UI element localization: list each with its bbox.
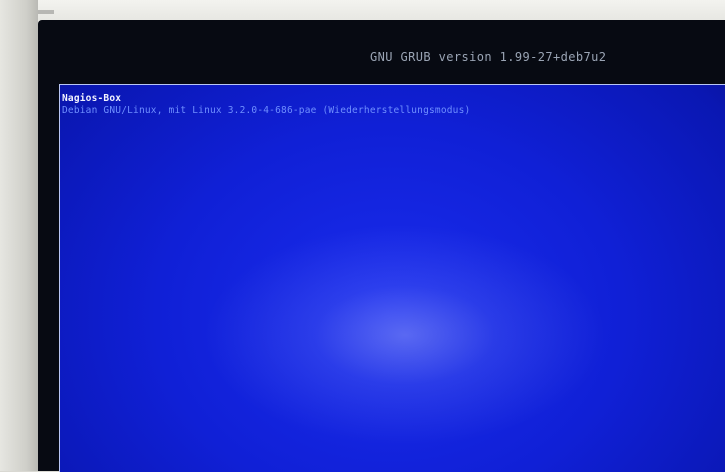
- grub-boot-menu: Nagios-Box Debian GNU/Linux, mit Linux 3…: [59, 84, 725, 472]
- grub-version-header: GNU GRUB version 1.99-27+deb7u2: [370, 50, 607, 64]
- boot-entry-debian-recovery[interactable]: Debian GNU/Linux, mit Linux 3.2.0-4-686-…: [62, 105, 470, 116]
- monitor-bezel-left: [0, 0, 38, 471]
- monitor-screen: GNU GRUB version 1.99-27+deb7u2 Nagios-B…: [38, 20, 725, 472]
- boot-entry-nagios-box[interactable]: Nagios-Box: [62, 93, 121, 104]
